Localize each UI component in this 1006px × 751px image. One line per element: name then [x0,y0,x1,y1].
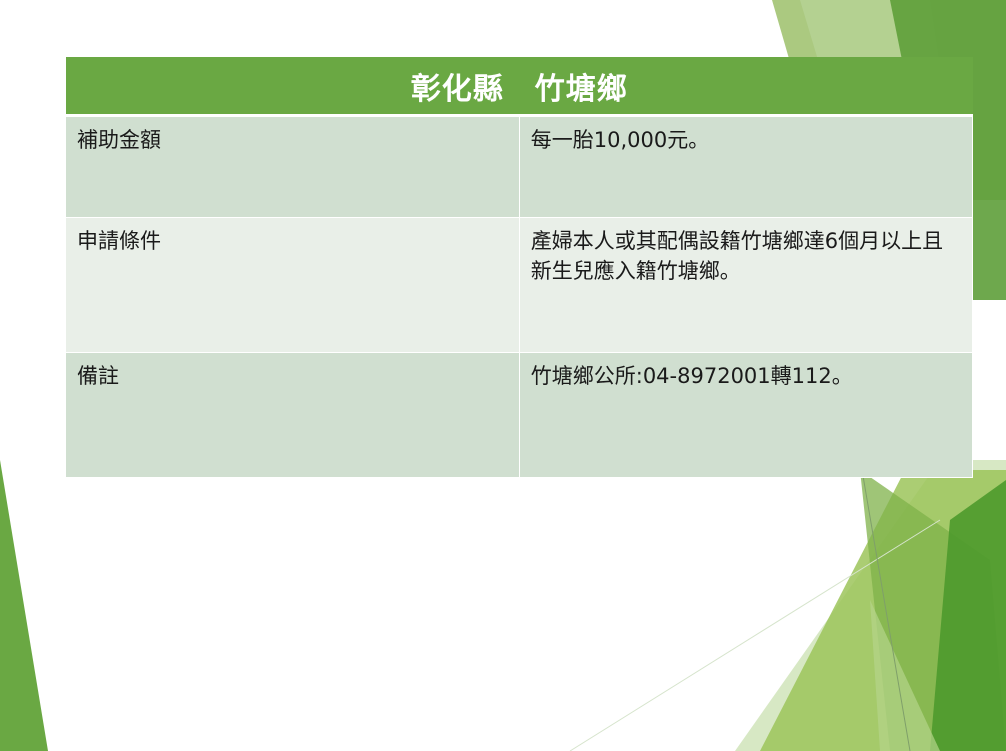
table-title: 彰化縣 竹塘鄉 [66,57,973,117]
row-value-notes: 竹塘鄉公所:04-8972001轉112。 [519,352,974,478]
row-label-notes: 備註 [66,352,520,478]
row-value-conditions: 產婦本人或其配偶設籍竹塘鄉達6個月以上且新生兒應入籍竹塘鄉。 [519,217,974,353]
row-value-amount: 每一胎10,000元。 [519,115,974,218]
row-label-conditions: 申請條件 [66,217,520,353]
table-row: 補助金額 每一胎10,000元。 [66,115,974,218]
bg-shard-left [0,460,48,751]
table-header-row: 彰化縣 竹塘鄉 [66,57,973,117]
subsidy-info-table: 彰化縣 竹塘鄉 補助金額 每一胎10,000元。 申請條件 產婦本人或其配偶設籍… [66,57,974,478]
table-row: 申請條件 產婦本人或其配偶設籍竹塘鄉達6個月以上且新生兒應入籍竹塘鄉。 [66,217,974,353]
row-label-amount: 補助金額 [66,115,520,218]
table-row: 備註 竹塘鄉公所:04-8972001轉112。 [66,352,974,478]
